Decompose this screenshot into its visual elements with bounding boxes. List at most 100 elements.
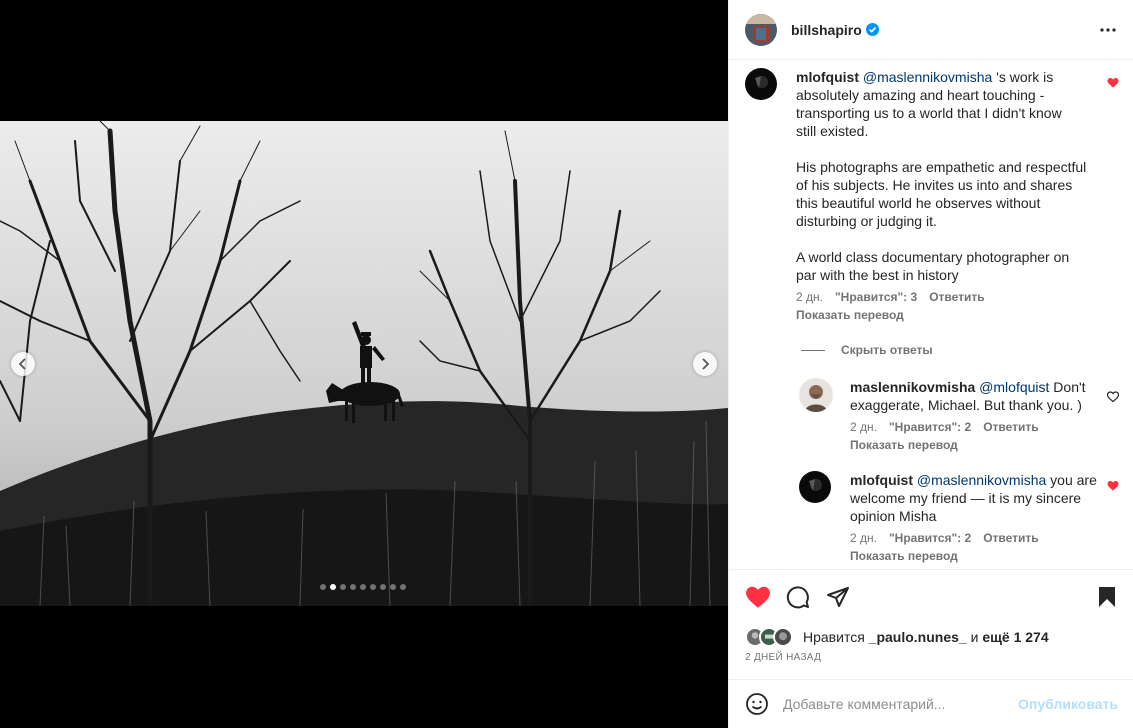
heart-outline-icon (1106, 391, 1120, 403)
show-translation-button[interactable]: Показать перевод (850, 438, 1100, 452)
comment-likes[interactable]: "Нравится": 2 (889, 420, 971, 434)
comment-text-line: welcome my friend — it is my sincere (850, 490, 1082, 506)
comment-text-line: transporting us to a world that I didn't… (796, 105, 1062, 121)
comment-username[interactable]: mlofquist (796, 69, 859, 85)
post-time[interactable]: 2 ДНЕЙ НАЗАД (745, 652, 821, 663)
liker-username[interactable]: _paulo.nunes_ (869, 629, 967, 645)
commenter-avatar[interactable] (799, 378, 833, 412)
carousel-dot (360, 584, 366, 590)
comment-text: maslennikovmisha @mlofquist Don't exagge… (850, 378, 1100, 414)
bookmark-filled-icon (1099, 587, 1115, 607)
comment-text-line: of his subjects. He invites us into and … (796, 177, 1073, 193)
carousel-dot (390, 584, 396, 590)
comment-text-line: you are (1050, 472, 1097, 488)
comment-text-line: Don't (1053, 379, 1086, 395)
reply-item: mlofquist @maslennikovmisha you are welc… (799, 471, 1100, 563)
comment-text-line: absolutely amazing and heart touching - (796, 87, 1045, 103)
comment-text-line: this beautiful world he observes without (796, 195, 1041, 211)
post-photo (0, 121, 728, 606)
add-comment-bar: Опубликовать (729, 679, 1133, 728)
carousel-dot (320, 584, 326, 590)
chevron-left-icon (18, 358, 26, 370)
likes-prefix: Нравится (803, 629, 865, 645)
liker-avatars[interactable] (745, 627, 793, 647)
post-media (0, 0, 728, 728)
comment-mention[interactable]: @mlofquist (979, 379, 1049, 395)
comment-mention[interactable]: @maslennikovmisha (863, 69, 992, 85)
comment-age: 2 дн. (850, 531, 877, 545)
post-actions: Нравится _paulo.nunes_ и ещё 1 274 2 ДНЕ… (729, 569, 1133, 679)
likes-summary: Нравится _paulo.nunes_ и ещё 1 274 (745, 627, 1049, 647)
chevron-right-icon (702, 358, 710, 370)
post-side-panel: billshapiro mlofquist @maslennikovmisha … (728, 0, 1133, 728)
comment-like-button[interactable] (1106, 390, 1120, 408)
show-translation-button[interactable]: Показать перевод (796, 308, 1096, 322)
emoji-button[interactable] (745, 692, 769, 716)
divider (801, 349, 825, 351)
carousel-dot (350, 584, 356, 590)
comment-age: 2 дн. (850, 420, 877, 434)
reply-button[interactable]: Ответить (983, 420, 1038, 434)
owner-avatar[interactable] (745, 13, 777, 46)
comment-meta: 2 дн. "Нравится": 2 Ответить (850, 420, 1100, 434)
comment-bubble-icon (786, 586, 809, 609)
comment-item: mlofquist @maslennikovmisha 's work is ab… (745, 68, 1096, 322)
liker-avatar (773, 627, 793, 647)
emoji-smile-icon (746, 693, 768, 715)
commenter-avatar[interactable] (745, 68, 777, 100)
post-header: billshapiro (729, 0, 1133, 60)
show-translation-button[interactable]: Показать перевод (850, 549, 1100, 563)
comment-meta: 2 дн. "Нравится": 2 Ответить (850, 531, 1100, 545)
likes-count[interactable]: ещё 1 274 (982, 629, 1048, 645)
comment-text: mlofquist @maslennikovmisha 's work is ab… (796, 68, 1096, 284)
carousel-dot (340, 584, 346, 590)
publish-button[interactable]: Опубликовать (1018, 696, 1118, 712)
carousel-dot (330, 584, 336, 590)
owner-username[interactable]: billshapiro (791, 22, 862, 38)
hide-replies-label: Скрыть ответы (841, 343, 933, 357)
paper-plane-icon (827, 587, 849, 607)
heart-filled-icon (1107, 78, 1119, 88)
like-button[interactable] (745, 585, 771, 614)
comment-likes[interactable]: "Нравится": 3 (835, 290, 917, 304)
hide-replies-button[interactable]: Скрыть ответы (801, 343, 933, 357)
carousel-dot (370, 584, 376, 590)
carousel-dot (380, 584, 386, 590)
verified-badge-icon (865, 23, 879, 36)
comments-list[interactable]: mlofquist @maslennikovmisha 's work is ab… (729, 61, 1133, 569)
heart-filled-icon (1107, 481, 1119, 491)
previous-slide-button[interactable] (11, 352, 35, 376)
comment-likes[interactable]: "Нравится": 2 (889, 531, 971, 545)
comment-age: 2 дн. (796, 290, 823, 304)
reply-button[interactable]: Ответить (929, 290, 984, 304)
share-button[interactable] (826, 585, 850, 614)
comment-meta: 2 дн. "Нравится": 3 Ответить (796, 290, 1096, 304)
comment-text-line: A world class documentary photographer o… (796, 249, 1070, 265)
comment-text: mlofquist @maslennikovmisha you are welc… (850, 471, 1100, 525)
comment-input[interactable] (783, 696, 1015, 712)
more-horizontal-icon (1100, 28, 1116, 32)
carousel-indicator (320, 584, 406, 590)
commenter-avatar[interactable] (799, 471, 831, 503)
comment-text-line (796, 231, 800, 247)
comment-like-button[interactable] (1107, 76, 1119, 94)
comment-text-line: 's work is (996, 69, 1054, 85)
comment-text-line (796, 141, 800, 157)
comment-mention[interactable]: @maslennikovmisha (917, 472, 1046, 488)
carousel-dot (400, 584, 406, 590)
comment-text-line: par with the best in history (796, 267, 959, 283)
comment-text-line: still existed. (796, 123, 869, 139)
heart-filled-icon (746, 586, 770, 608)
more-options-button[interactable] (1100, 20, 1116, 45)
save-button[interactable] (1096, 585, 1118, 614)
comment-button[interactable] (786, 585, 810, 614)
comment-username[interactable]: maslennikovmisha (850, 379, 975, 395)
comment-text-line: opinion Misha (850, 508, 937, 524)
comment-username[interactable]: mlofquist (850, 472, 913, 488)
comment-text-line: exaggerate, Michael. But thank you. ) (850, 397, 1082, 413)
comment-text-line: His photographs are empathetic and respe… (796, 159, 1087, 175)
reply-button[interactable]: Ответить (983, 531, 1038, 545)
comment-text-line: disturbing or judging it. (796, 213, 937, 229)
next-slide-button[interactable] (693, 352, 717, 376)
comment-like-button[interactable] (1107, 479, 1119, 497)
